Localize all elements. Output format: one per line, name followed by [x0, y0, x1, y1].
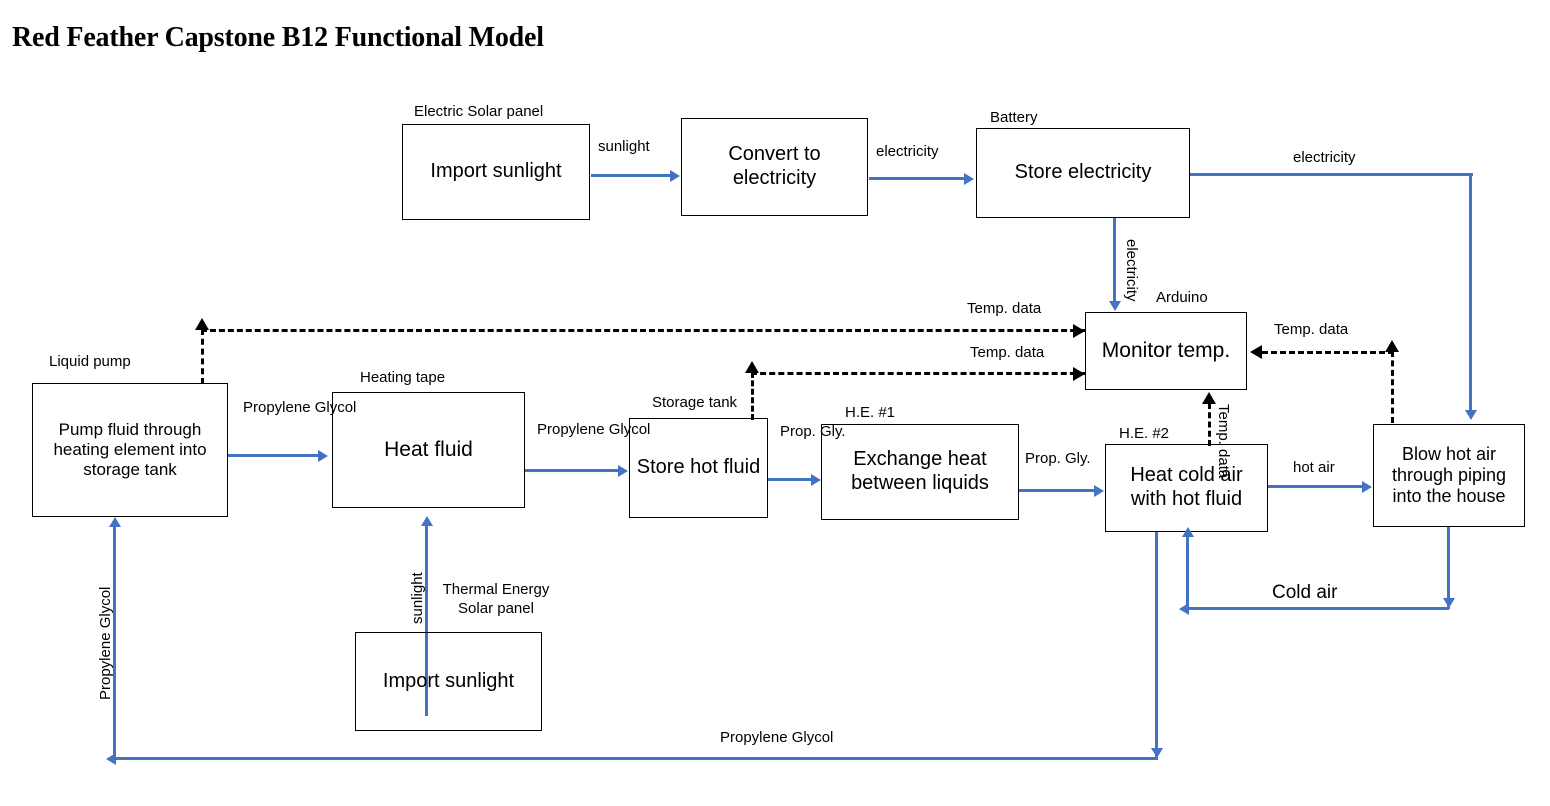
arrowhead-electricity-blower — [1464, 410, 1477, 420]
arrowhead-temp-data-storage-corner — [745, 361, 759, 373]
arrowhead-sunlight-electric — [670, 169, 680, 182]
box-label: Monitor temp. — [1101, 338, 1231, 362]
box-import-sunlight-thermal[interactable]: Import sunlight — [355, 632, 542, 731]
caption-storage-tank: Storage tank — [652, 394, 738, 411]
flow-line-storage-he1 — [768, 478, 814, 481]
box-label: Import sunlight — [430, 160, 562, 183]
data-line-blower-arduino-vertical — [1391, 351, 1394, 423]
box-pump-fluid[interactable]: Pump fluid through heating element into … — [32, 383, 228, 517]
arrowhead-hot-air — [1362, 480, 1372, 493]
data-line-arduino-pump-horizontal — [201, 329, 1085, 332]
box-label: Exchange heat between liquids — [851, 448, 989, 494]
caption-thermal-solar-panel: Thermal Energy Solar panel — [442, 581, 550, 617]
edge-label-temp-data-storage-arduino: Temp. data — [970, 344, 1045, 361]
edge-label-electricity-battery-blower: electricity — [1293, 149, 1356, 166]
diagram-canvas: Red Feather Capstone B12 Functional Mode… — [0, 0, 1550, 806]
box-label: Blow hot air through piping into the hou… — [1391, 443, 1507, 507]
flow-line-electricity-arduino — [1113, 218, 1116, 304]
edge-label-propylene-glycol-vertical: Propylene Glycol — [97, 586, 114, 700]
caption-liquid-pump: Liquid pump — [49, 353, 131, 370]
arrowhead-temp-data-arduino-2 — [1073, 367, 1085, 381]
edge-label-electricity-convert-battery: electricity — [876, 143, 939, 160]
box-label: Convert to electricity — [728, 143, 821, 189]
arrowhead-pump-heat — [318, 449, 328, 462]
flow-line-electricity-top — [1190, 173, 1473, 176]
caption-he1: H.E. #1 — [845, 404, 896, 421]
edge-label-cold-air: Cold air — [1272, 582, 1338, 603]
edge-label-temp-data-arduino-pump: Temp. data — [967, 300, 1042, 317]
box-heat-cold-air[interactable]: Heat cold air with hot fluid — [1105, 444, 1268, 532]
box-label: Heat fluid — [384, 437, 473, 461]
flow-line-cold-air-left — [1186, 607, 1449, 610]
caption-heating-tape: Heating tape — [360, 369, 446, 386]
box-heat-fluid[interactable]: Heat fluid — [332, 392, 525, 508]
data-line-storage-arduino-vertical — [751, 372, 754, 420]
flow-line-return-left — [113, 757, 1158, 760]
arrowhead-temp-data-arduino-3 — [1250, 345, 1262, 359]
caption-battery: Battery — [990, 109, 1038, 126]
flow-line-heat-storage — [525, 469, 620, 472]
data-line-storage-arduino-horizontal — [751, 372, 1085, 375]
edge-label-sunlight-electric: sunlight — [598, 138, 650, 155]
edge-label-sunlight-thermal: sunlight — [409, 572, 426, 624]
arrowhead-cold-air-he2 — [1181, 527, 1194, 537]
flow-line-he1-he2 — [1019, 489, 1097, 492]
box-label: Import sunlight — [382, 669, 515, 692]
box-convert-to-electricity[interactable]: Convert to electricity — [681, 118, 868, 216]
flow-line-electricity-down — [1469, 173, 1472, 413]
box-import-sunlight-electric[interactable]: Import sunlight — [402, 124, 590, 220]
edge-label-temp-data-blower-arduino: Temp. data — [1274, 321, 1349, 338]
arrowhead-he1-he2 — [1094, 484, 1104, 497]
edge-label-propylene-glycol-return: Propylene Glycol — [720, 729, 834, 746]
box-store-electricity[interactable]: Store electricity — [976, 128, 1190, 218]
flow-line-pump-heat — [228, 454, 320, 457]
data-line-arduino-pump-vertical — [201, 329, 204, 384]
box-label: Store hot fluid — [636, 456, 761, 479]
box-store-hot-fluid[interactable]: Store hot fluid — [629, 418, 768, 518]
box-exchange-heat[interactable]: Exchange heat between liquids — [821, 424, 1019, 520]
flow-line-return-down — [1155, 532, 1158, 758]
flow-line-electricity-convert-battery — [869, 177, 966, 180]
arrowhead-temp-data-pump — [195, 318, 209, 330]
flow-line-hot-air — [1268, 485, 1365, 488]
edge-label-electricity-arduino: electricity — [1123, 239, 1140, 302]
data-line-blower-arduino-horizontal — [1262, 351, 1394, 354]
caption-arduino: Arduino — [1156, 289, 1208, 306]
box-label: Pump fluid through heating element into … — [53, 419, 207, 480]
arrowhead-storage-he1 — [811, 473, 821, 486]
arrowhead-heat-storage — [618, 464, 628, 477]
flow-line-cold-air-down — [1447, 527, 1450, 609]
caption-electric-solar-panel: Electric Solar panel — [414, 103, 544, 120]
box-label: Store electricity — [1014, 161, 1152, 184]
arrowhead-electricity-arduino — [1108, 301, 1121, 311]
flow-line-sunlight-electric — [591, 174, 672, 177]
arrowhead-return-pump — [108, 517, 121, 527]
arrowhead-temp-data-he2 — [1202, 392, 1216, 404]
flow-line-cold-air-up — [1186, 535, 1189, 609]
arrowhead-temp-data-blower-corner — [1385, 340, 1399, 352]
edge-label-prop-gly-he1-he2: Prop. Gly. — [1025, 450, 1091, 467]
box-label: Heat cold air with hot fluid — [1130, 464, 1243, 510]
arrowhead-temp-data-arduino-1 — [1073, 324, 1085, 338]
caption-he2: H.E. #2 — [1119, 425, 1170, 442]
edge-label-hot-air: hot air — [1293, 459, 1335, 476]
page-title: Red Feather Capstone B12 Functional Mode… — [12, 22, 544, 53]
data-line-he2-arduino — [1208, 403, 1211, 446]
box-monitor-temp[interactable]: Monitor temp. — [1085, 312, 1247, 390]
arrowhead-electricity-convert-battery — [964, 172, 974, 185]
box-blow-hot-air[interactable]: Blow hot air through piping into the hou… — [1373, 424, 1525, 527]
